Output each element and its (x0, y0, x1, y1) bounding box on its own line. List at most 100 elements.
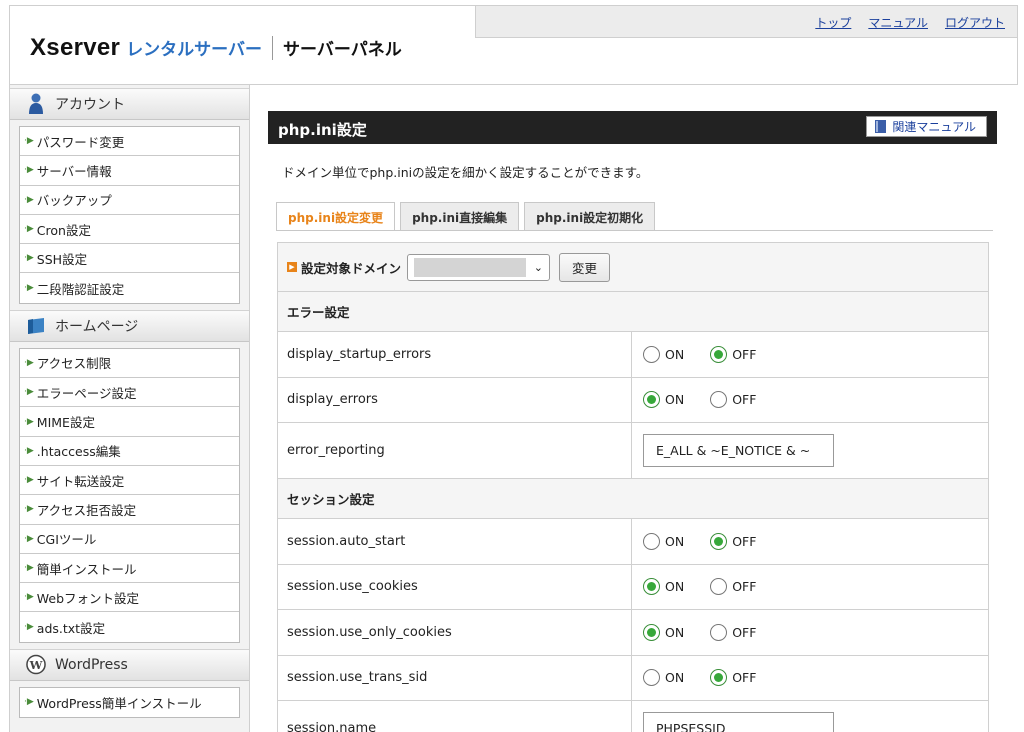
radio-off[interactable]: OFF (710, 345, 757, 363)
tab-bar: php.ini設定変更 php.ini直接編集 php.ini設定初期化 (276, 202, 660, 231)
radio-label: OFF (732, 670, 757, 686)
arrow-right-icon: ·▶ (24, 697, 34, 708)
radio-label: OFF (732, 346, 757, 362)
radio-circle-icon (643, 532, 660, 550)
logo-panel-name: サーバーパネル (283, 40, 402, 60)
tab-php-ini-settings[interactable]: php.ini設定変更 (276, 202, 396, 231)
radio-circle-icon (643, 391, 660, 409)
homepage-icon (26, 315, 46, 337)
radio-circle-icon (710, 623, 728, 641)
setting-row: display_startup_errors ON OFF (278, 332, 988, 378)
radio-off[interactable]: OFF (710, 623, 756, 641)
sidebar-item-label: バックアップ (36, 193, 112, 209)
sidebar-item[interactable]: ·▶ 二段階認証設定 (20, 273, 239, 302)
sidebar-section-header: ホームページ (10, 309, 249, 342)
sidebar-item[interactable]: ·▶ サイト転送設定 (20, 466, 239, 496)
sidebar-item[interactable]: ·▶ ads.txt設定 (20, 612, 239, 641)
radio-on[interactable]: ON (643, 669, 684, 687)
arrow-right-icon: ·▶ (24, 533, 34, 544)
sidebar-item[interactable]: ·▶ バックアップ (20, 186, 239, 215)
sidebar-item-label: WordPress簡単インストール (36, 695, 202, 711)
setting-text-input[interactable]: PHPSESSID (643, 712, 834, 732)
sidebar-item[interactable]: ·▶ .htaccess編集 (20, 437, 239, 466)
setting-name: session.auto_start (278, 519, 632, 564)
domain-label: 設定対象ドメイン (301, 260, 402, 276)
arrow-right-icon: ·▶ (24, 253, 34, 264)
setting-row: session.use_only_cookies ON OFF (278, 610, 988, 656)
sidebar-item-label: 二段階認証設定 (36, 281, 125, 297)
arrow-right-icon: ·▶ (24, 387, 34, 398)
manual-link[interactable]: マニュアル (868, 14, 928, 31)
radio-off[interactable]: OFF (710, 578, 757, 596)
setting-row: error_reporting E_ALL & ~E_NOTICE & ~ (278, 423, 988, 479)
sidebar-item-label: パスワード変更 (36, 134, 125, 150)
sidebar-menu: ·▶ WordPress簡単インストール (19, 686, 240, 719)
radio-on[interactable]: ON (643, 578, 684, 596)
sidebar-item-label: Cron設定 (36, 222, 91, 238)
radio-label: ON (665, 533, 685, 549)
arrow-right-icon: ·▶ (24, 136, 34, 147)
setting-name: display_startup_errors (278, 332, 632, 377)
radio-off[interactable]: OFF (710, 669, 757, 687)
domain-select[interactable]: ⌄ (407, 253, 551, 281)
domain-selector-row: ▶ 設定対象ドメイン ⌄ 変更 (278, 243, 988, 292)
setting-name: display_errors (278, 377, 632, 422)
radio-label: OFF (732, 579, 757, 595)
setting-name: error_reporting (278, 423, 632, 478)
sidebar: アカウント ·▶ パスワード変更 ·▶ サーバー情報 ·▶ バックアップ ·▶ Cron設定 ·▶… (9, 85, 250, 732)
sidebar-item[interactable]: ·▶ サーバー情報 (20, 156, 239, 186)
sidebar-item[interactable]: ·▶ MIME設定 (20, 407, 239, 437)
arrow-right-icon: ·▶ (24, 563, 34, 573)
sidebar-item[interactable]: ·▶ SSH設定 (20, 244, 239, 274)
sidebar-item-label: Webフォント設定 (36, 590, 140, 606)
related-manual-button[interactable]: 関連マニュアル (866, 116, 987, 137)
page-title-bar: php.ini設定 関連マニュアル (268, 111, 997, 144)
sidebar-item[interactable]: ·▶ アクセス拒否設定 (20, 495, 239, 525)
radio-on[interactable]: ON (643, 345, 685, 363)
sidebar-section-header: アカウント (10, 88, 249, 120)
radio-on[interactable]: ON (643, 532, 685, 550)
sidebar-menu: ·▶ パスワード変更 ·▶ サーバー情報 ·▶ バックアップ ·▶ Cron設定 ·▶ SSH設定… (19, 126, 240, 304)
top-links: トップ マニュアル ログアウト (815, 14, 1005, 31)
tab-php-ini-direct-edit[interactable]: php.ini直接編集 (400, 202, 520, 231)
arrow-right-icon: ·▶ (24, 622, 34, 633)
setting-value: ON OFF (632, 519, 988, 564)
change-domain-button[interactable]: 変更 (559, 252, 611, 282)
sidebar-item[interactable]: ·▶ Cron設定 (20, 215, 239, 245)
sidebar-item[interactable]: ·▶ Webフォント設定 (20, 583, 239, 613)
sidebar-item[interactable]: ·▶ WordPress簡単インストール (20, 688, 239, 717)
logo[interactable]: Xserver レンタルサーバー サーバーパネル (30, 34, 402, 62)
radio-on[interactable]: ON (643, 391, 684, 409)
sidebar-section-title: アカウント (55, 97, 125, 113)
radio-on[interactable]: ON (643, 623, 685, 641)
setting-value: ON OFF (632, 656, 988, 701)
radio-label: ON (665, 624, 685, 640)
radio-label: OFF (732, 392, 757, 408)
settings-groups: エラー設定 display_startup_errors ON OFF display_… (278, 292, 988, 732)
radio-off[interactable]: OFF (710, 391, 757, 409)
radio-circle-icon (643, 669, 660, 687)
radio-off[interactable]: OFF (710, 532, 756, 550)
sidebar-item[interactable]: ·▶ パスワード変更 (20, 127, 239, 157)
setting-text-input[interactable]: E_ALL & ~E_NOTICE & ~ (643, 434, 834, 467)
sidebar-item-label: エラーページ設定 (36, 385, 137, 401)
sidebar-item-label: サーバー情報 (36, 163, 112, 179)
radio-label: ON (665, 346, 685, 362)
setting-name: session.use_only_cookies (278, 610, 632, 655)
sidebar-item[interactable]: ·▶ エラーページ設定 (20, 378, 239, 408)
logout-link[interactable]: ログアウト (945, 14, 1005, 31)
sidebar-item-label: ads.txt設定 (36, 620, 106, 636)
radio-circle-icon (710, 578, 728, 596)
setting-value: ON OFF (632, 565, 988, 610)
setting-row: display_errors ON OFF (278, 377, 988, 423)
header-link-bar: トップ マニュアル ログアウト (475, 6, 1017, 38)
setting-row: session.use_cookies ON OFF (278, 564, 988, 610)
arrow-right-icon: ·▶ (24, 445, 34, 456)
tab-php-ini-reset[interactable]: php.ini設定初期化 (524, 202, 656, 231)
related-manual-label: 関連マニュアル (892, 120, 976, 134)
radio-circle-icon (710, 345, 728, 363)
sidebar-item[interactable]: ·▶ CGIツール (20, 525, 239, 554)
sidebar-item[interactable]: ·▶ アクセス制限 (20, 349, 239, 379)
sidebar-item[interactable]: ·▶ 簡単インストール (20, 554, 239, 584)
top-link[interactable]: トップ (815, 14, 851, 31)
